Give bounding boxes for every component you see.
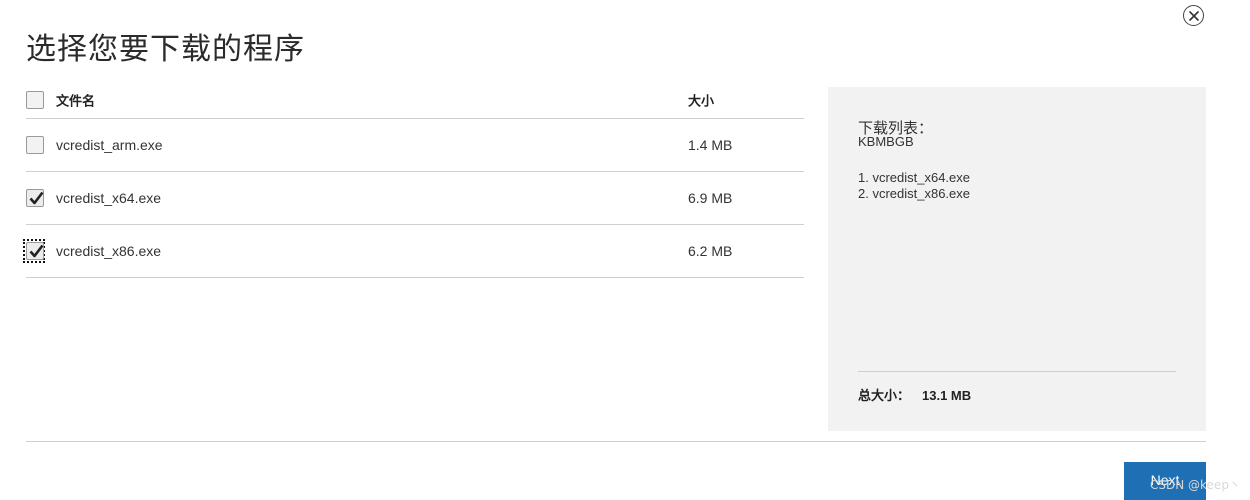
file-name: vcredist_x86.exe: [56, 243, 162, 259]
table-row[interactable]: vcredist_arm.exe 1.4 MB: [26, 119, 804, 172]
file-size: 6.2 MB: [688, 243, 733, 259]
row-checkbox[interactable]: [26, 136, 44, 154]
total-size-label: 总大小：: [858, 388, 911, 403]
table-header: 文件名 大小: [26, 82, 804, 119]
total-size-value: 13.1 MB: [922, 388, 972, 403]
row-checkbox[interactable]: [26, 242, 44, 260]
close-button[interactable]: [1183, 5, 1204, 26]
dialog-title: 选择您要下载的程序: [26, 32, 305, 67]
close-icon: [1188, 10, 1199, 21]
file-table: 文件名 大小 vcredist_arm.exe 1.4 MB vcredist_…: [23, 82, 804, 278]
file-size: 6.9 MB: [688, 190, 733, 206]
download-list-item: 1. vcredist_x64.exe: [858, 170, 971, 185]
total-size: 总大小： 13.1 MB: [858, 385, 971, 404]
table-row[interactable]: vcredist_x64.exe 6.9 MB: [26, 172, 804, 225]
file-name: vcredist_arm.exe: [56, 137, 163, 153]
file-size: 1.4 MB: [688, 137, 733, 153]
table-row[interactable]: vcredist_x86.exe 6.2 MB: [23, 225, 804, 278]
download-list-item: 2. vcredist_x86.exe: [858, 186, 971, 201]
row-checkbox[interactable]: [26, 189, 44, 207]
watermark: CSDN @keep丶: [1150, 478, 1241, 492]
download-summary-panel: 下载列表： KBMBGB 1. vcredist_x64.exe 2. vcre…: [828, 87, 1206, 431]
checkmark-icon: [29, 191, 44, 205]
select-all-checkbox[interactable]: [26, 91, 44, 109]
file-name: vcredist_x64.exe: [56, 190, 162, 206]
panel-divider: [858, 371, 1176, 372]
column-header-size: 大小: [688, 93, 715, 109]
checkmark-icon: [29, 244, 44, 258]
column-header-name: 文件名: [56, 93, 96, 109]
download-list: 1. vcredist_x64.exe 2. vcredist_x86.exe: [858, 170, 970, 202]
footer-divider: [26, 441, 1206, 442]
download-list-subtitle: KBMBGB: [858, 134, 914, 149]
